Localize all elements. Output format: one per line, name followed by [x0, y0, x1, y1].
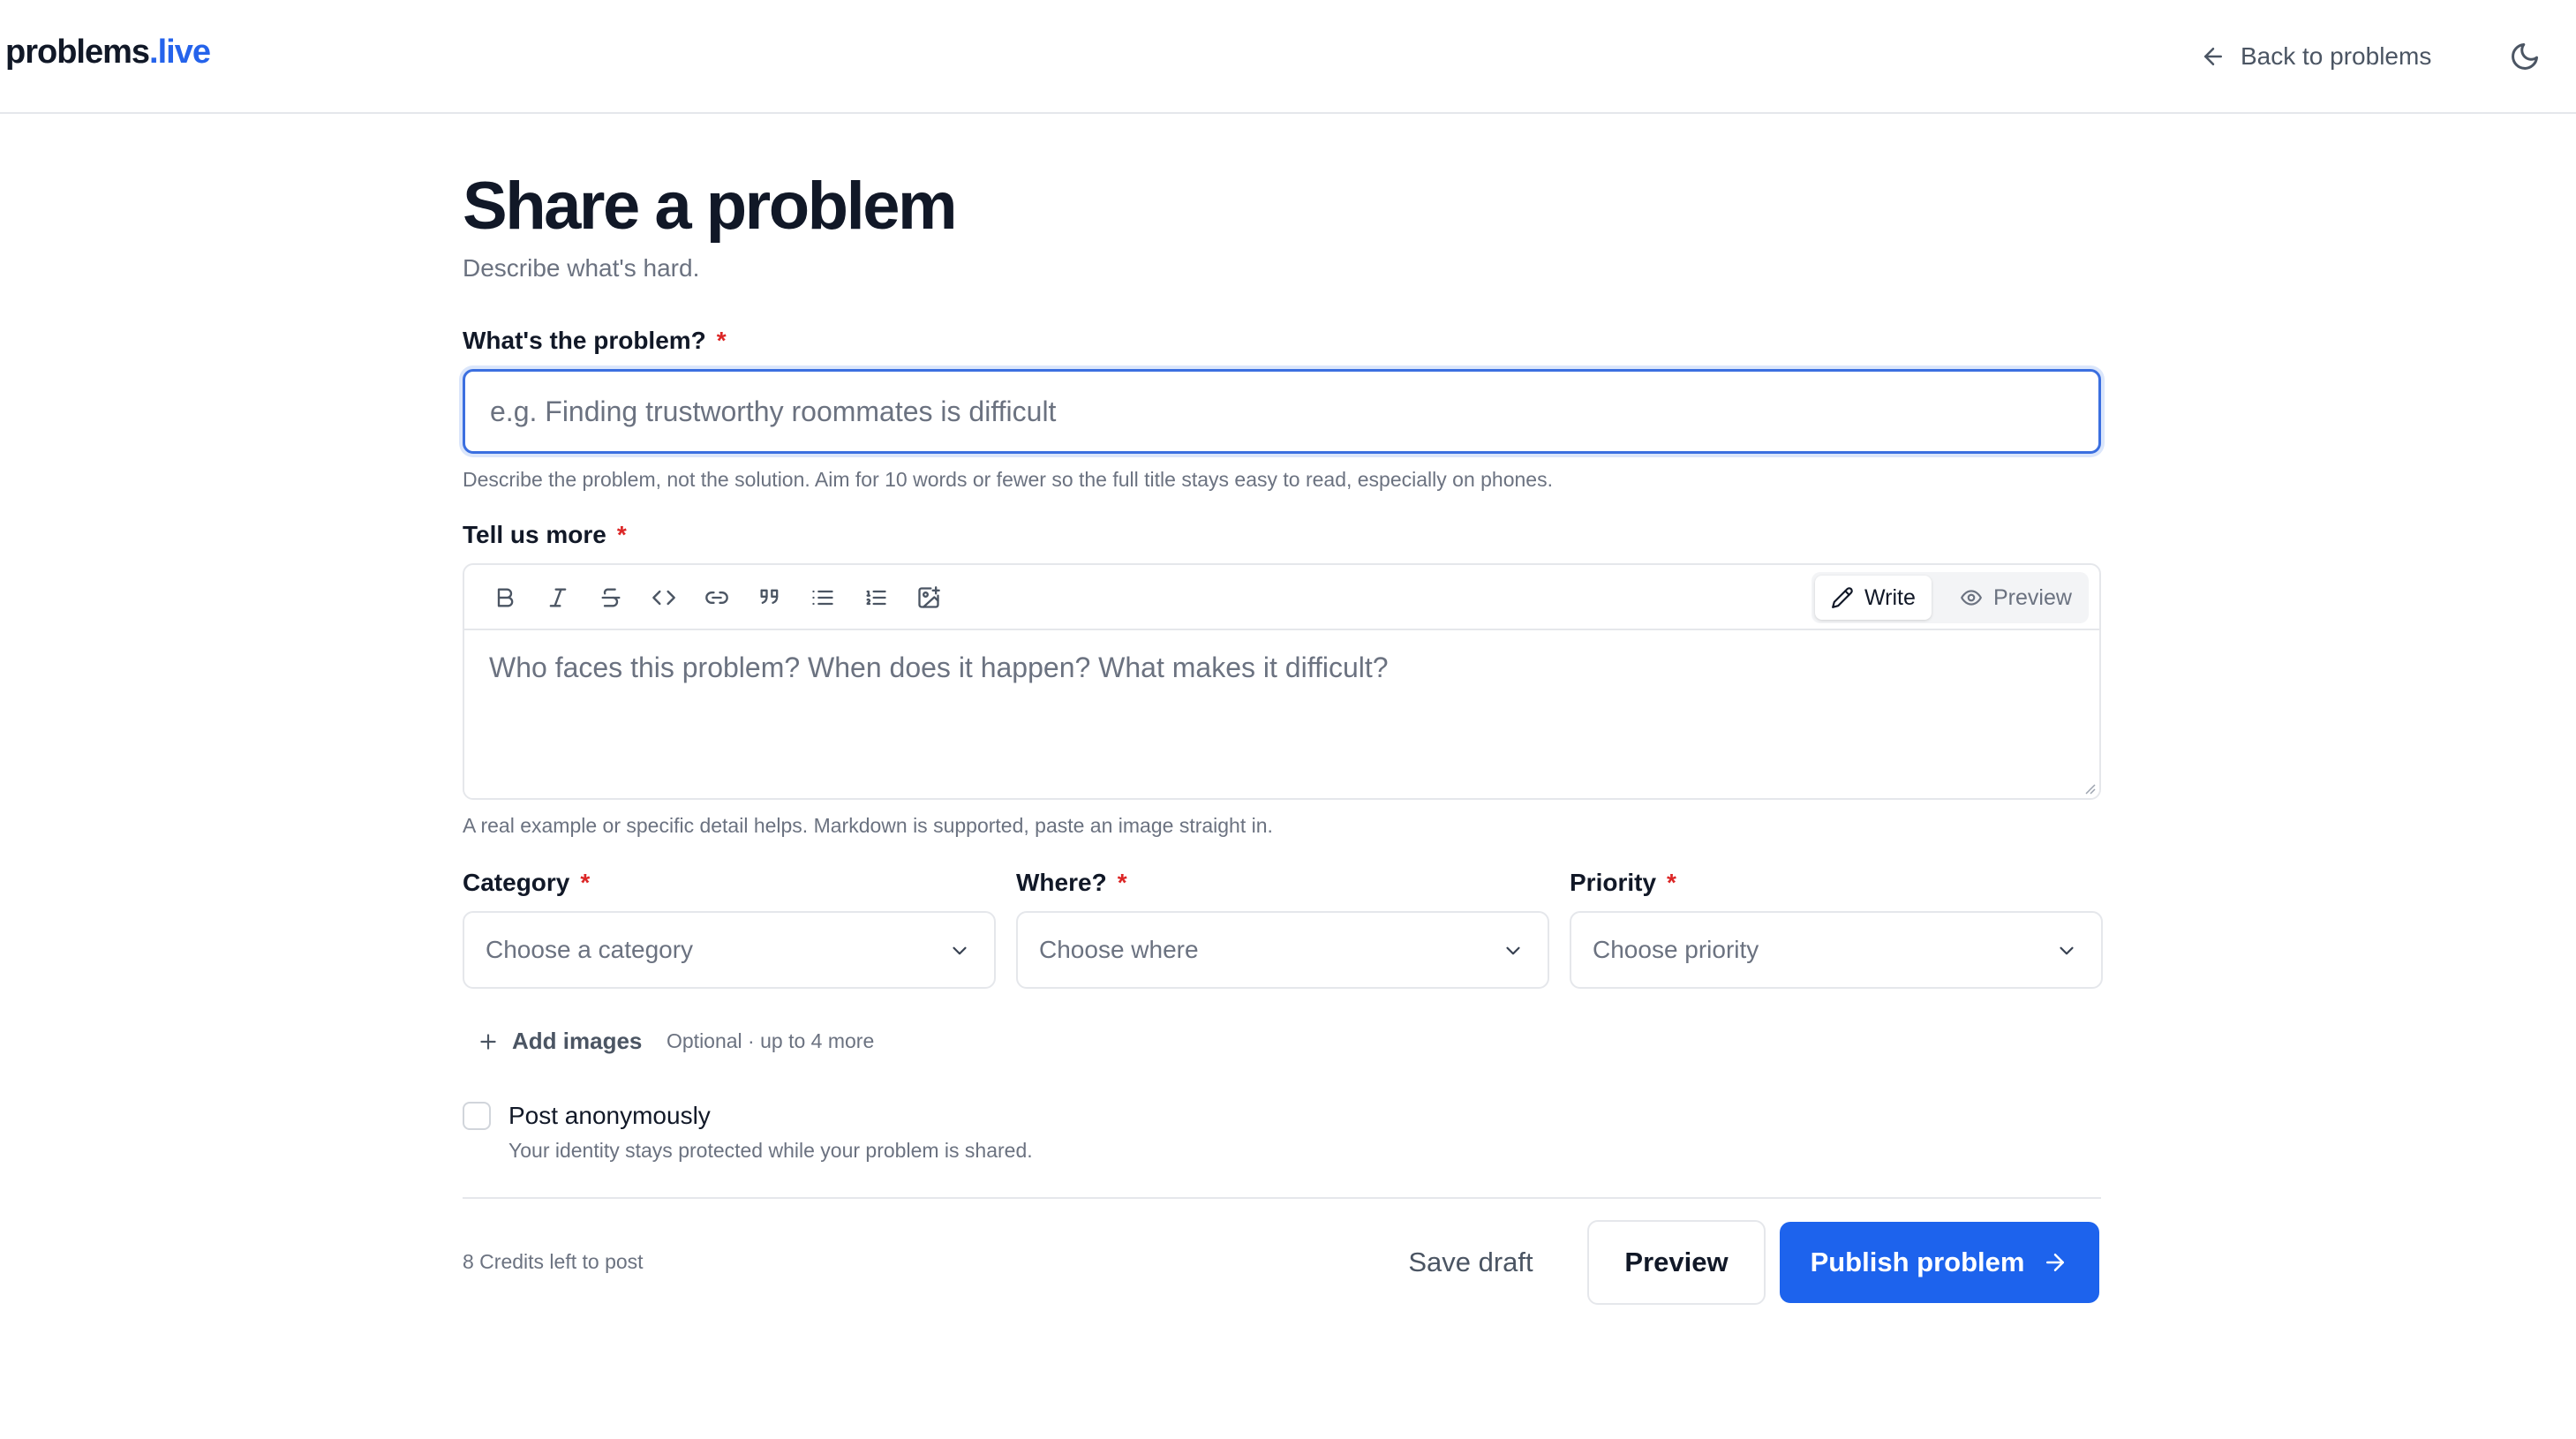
numbered-list-icon [863, 585, 888, 610]
top-header: problems.live Back to problems [0, 0, 2576, 114]
bullet-list-icon [810, 585, 835, 610]
arrow-right-icon [2042, 1249, 2068, 1276]
problem-hint: Describe the problem, not the solution. … [463, 468, 1553, 491]
numbered-list-button[interactable] [858, 580, 893, 615]
required-mark: * [716, 327, 727, 354]
preview-tab-label: Preview [1993, 584, 2072, 610]
bold-button[interactable] [487, 580, 523, 615]
write-tab-label: Write [1864, 584, 1916, 610]
details-label: Tell us more * [463, 521, 627, 549]
strikethrough-icon [599, 585, 623, 610]
priority-select-value: Choose priority [1593, 936, 1759, 963]
where-label-text: Where? [1016, 869, 1107, 896]
credits-remaining: 8 Credits left to post [463, 1250, 644, 1273]
required-mark: * [1117, 869, 1127, 896]
category-label-text: Category [463, 869, 570, 896]
bold-icon [493, 585, 517, 610]
details-hint: A real example or specific detail helps.… [463, 814, 1273, 837]
publish-problem-button[interactable]: Publish problem [1780, 1222, 2099, 1303]
priority-select[interactable]: Choose priority [1570, 911, 2103, 989]
eye-icon [1960, 586, 1983, 609]
add-images-hint: Optional · up to 4 more [667, 1029, 875, 1052]
chevron-down-icon [953, 946, 967, 955]
quote-icon [757, 585, 782, 610]
preview-button[interactable]: Preview [1587, 1220, 1766, 1305]
italic-button[interactable] [540, 580, 576, 615]
problem-label-text: What's the problem? [463, 327, 706, 354]
editor-mode-toggle: Write Preview [1811, 572, 2089, 623]
code-icon [652, 585, 676, 610]
image-icon [916, 585, 941, 610]
details-label-text: Tell us more [463, 521, 606, 548]
problem-title-input[interactable] [463, 369, 2101, 454]
link-icon [704, 585, 729, 610]
priority-label: Priority * [1570, 869, 1676, 897]
back-to-problems-link[interactable]: Back to problems [2200, 37, 2431, 76]
code-button[interactable] [646, 580, 682, 615]
where-select-value: Choose where [1039, 936, 1199, 963]
write-tab[interactable]: Write [1815, 576, 1932, 620]
save-draft-button[interactable]: Save draft [1382, 1220, 1559, 1305]
bullet-list-button[interactable] [805, 580, 840, 615]
anonymous-hint: Your identity stays protected while your… [508, 1139, 1033, 1162]
preview-tab[interactable]: Preview [1944, 576, 2088, 620]
logo[interactable]: problems.live [5, 34, 211, 72]
page-title: Share a problem [463, 169, 958, 244]
chevron-down-icon [2060, 946, 2074, 955]
insert-image-button[interactable] [911, 580, 946, 615]
strikethrough-button[interactable] [593, 580, 629, 615]
category-select[interactable]: Choose a category [463, 911, 996, 989]
anonymous-label[interactable]: Post anonymously [508, 1102, 711, 1130]
chevron-down-icon [1506, 946, 1520, 955]
category-label: Category * [463, 869, 590, 897]
link-button[interactable] [699, 580, 734, 615]
divider [463, 1197, 2101, 1199]
theme-toggle-button[interactable] [2504, 35, 2546, 78]
category-select-value: Choose a category [486, 936, 694, 963]
markdown-editor: Write Preview [463, 563, 2101, 800]
required-mark: * [1667, 869, 1676, 896]
pencil-icon [1831, 586, 1854, 609]
back-link-label: Back to problems [2241, 42, 2432, 70]
resize-handle[interactable] [2082, 780, 2096, 795]
anonymous-checkbox[interactable] [463, 1102, 491, 1130]
publish-button-label: Publish problem [1810, 1247, 2025, 1277]
where-label: Where? * [1016, 869, 1127, 897]
page-subtitle: Describe what's hard. [463, 254, 700, 282]
moon-icon [2509, 41, 2541, 72]
details-textarea[interactable] [464, 630, 2099, 798]
quote-button[interactable] [752, 580, 787, 615]
required-mark: * [616, 521, 627, 548]
priority-label-text: Priority [1570, 869, 1657, 896]
italic-icon [546, 585, 570, 610]
problem-label: What's the problem? * [463, 327, 727, 355]
logo-accent-text: .live [149, 34, 211, 71]
required-mark: * [580, 869, 591, 896]
where-select[interactable]: Choose where [1016, 911, 1549, 989]
arrow-left-icon [2200, 43, 2226, 70]
plus-icon [477, 1030, 500, 1053]
add-images-button[interactable]: Add images [477, 1028, 642, 1055]
editor-toolbar: Write Preview [464, 565, 2099, 630]
logo-text: problems [5, 34, 150, 71]
add-images-label: Add images [512, 1028, 643, 1054]
